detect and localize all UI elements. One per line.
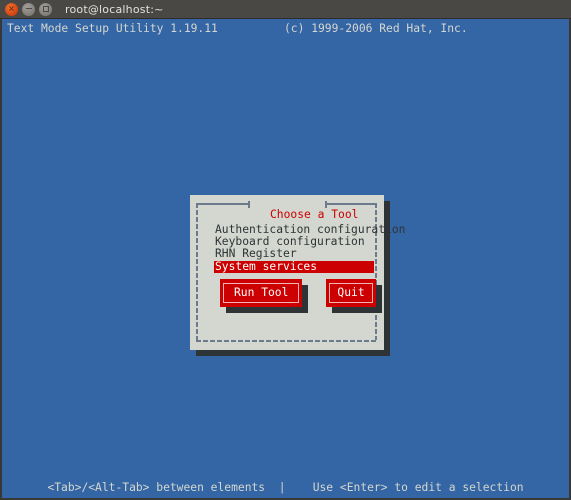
close-glyph: × [8, 3, 15, 13]
window-title: root@localhost:~ [65, 2, 164, 16]
run-tool-button-wrap: Run Tool [220, 279, 309, 313]
list-item-selected[interactable]: System services [214, 260, 374, 273]
choose-a-tool-dialog: Choose a Tool Authentication configurati… [190, 195, 405, 350]
status-bar-hint: <Tab>/<Alt-Tab> between elements | Use <… [47, 481, 524, 494]
run-tool-button[interactable]: Run Tool [220, 279, 303, 307]
list-item[interactable]: RHN Register [214, 248, 374, 260]
run-tool-button-label: Run Tool [223, 283, 300, 303]
quit-button-wrap: Quit [326, 279, 382, 313]
tool-listbox[interactable]: Authentication configuration Keyboard co… [214, 223, 405, 273]
terminal-content[interactable]: Text Mode Setup Utility 1.19.11 (c) 1999… [0, 19, 571, 500]
frame-bottom-edge [196, 340, 377, 342]
copyright-notice: (c) 1999-2006 Red Hat, Inc. [284, 22, 468, 35]
dialog-buttons: Run Tool Quit [220, 279, 382, 313]
dialog-title-text: Choose a Tool [266, 208, 363, 221]
maximize-icon[interactable] [39, 2, 52, 16]
close-icon[interactable]: × [5, 2, 18, 16]
screen: × root@localhost:~ Text Mode Setup Utili… [0, 0, 571, 500]
window-titlebar: × root@localhost:~ [0, 0, 571, 19]
window-controls: × [5, 2, 52, 16]
maximize-glyph [42, 5, 49, 12]
minimize-glyph [25, 7, 32, 10]
quit-button-label: Quit [329, 283, 373, 303]
quit-button[interactable]: Quit [326, 279, 376, 307]
setup-utility-header: Text Mode Setup Utility 1.19.11 [7, 22, 218, 35]
minimize-icon[interactable] [22, 2, 35, 16]
